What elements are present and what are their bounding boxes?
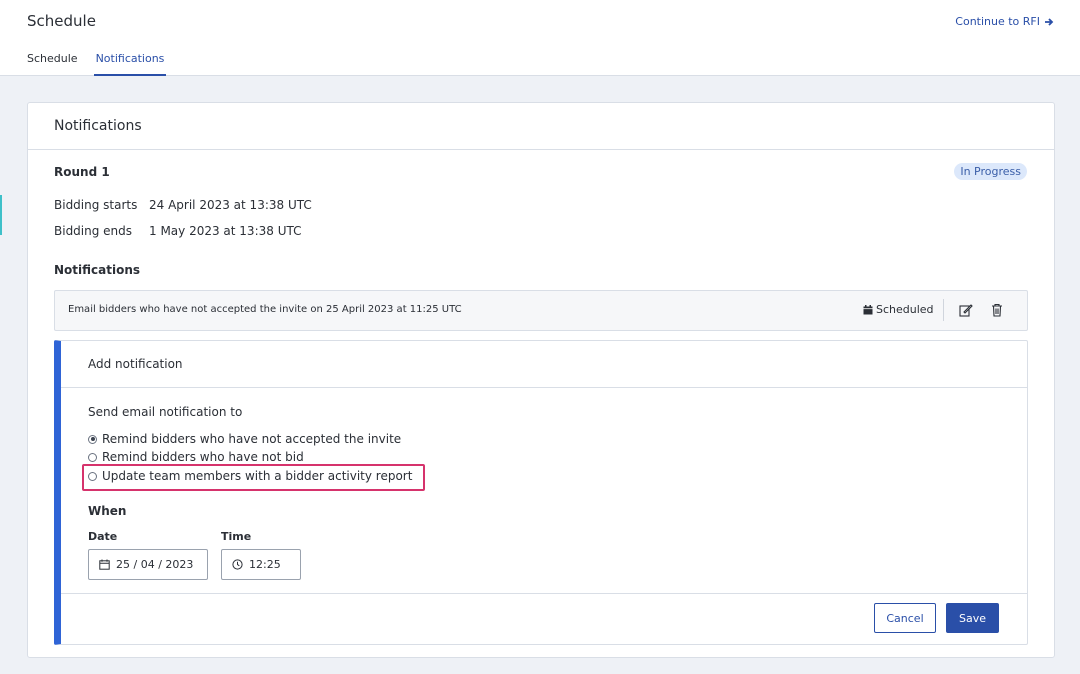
clock-icon <box>232 559 243 570</box>
date-input[interactable]: 25 / 04 / 2023 <box>88 549 208 580</box>
notifications-card: Notifications Round 1 In Progress Biddin… <box>27 102 1055 658</box>
tab-bar: Schedule Notifications <box>27 48 182 76</box>
date-label: Date <box>88 530 118 543</box>
time-label: Time <box>221 530 252 543</box>
option-remind-not-bid[interactable]: Remind bidders who have not bid <box>88 450 304 464</box>
notification-text: Email bidders who have not accepted the … <box>68 304 462 315</box>
bidding-starts-label: Bidding starts <box>54 198 138 212</box>
notification-status-label: Scheduled <box>876 303 934 316</box>
time-value: 12:25 <box>249 558 281 571</box>
page-header: Schedule Continue to RFI Schedule Notifi… <box>0 0 1080 76</box>
side-accent <box>0 195 2 235</box>
notification-item: Email bidders who have not accepted the … <box>54 290 1028 331</box>
bidding-ends-row: Bidding ends 1 May 2023 at 13:38 UTC <box>54 224 301 238</box>
add-notification-title: Add notification <box>61 341 1027 388</box>
notification-status: Scheduled <box>863 303 934 316</box>
notifications-heading: Notifications <box>54 263 141 277</box>
option-label: Remind bidders who have not bid <box>102 450 304 464</box>
radio-button[interactable] <box>88 452 97 462</box>
divider <box>943 299 944 321</box>
when-label: When <box>88 504 127 518</box>
time-input[interactable]: 12:25 <box>221 549 301 580</box>
add-notification-panel: Add notification Send email notification… <box>54 340 1028 645</box>
bidding-ends-label: Bidding ends <box>54 224 133 238</box>
continue-to-rfi-link[interactable]: Continue to RFI <box>955 15 1054 28</box>
arrow-right-icon <box>1045 17 1054 26</box>
bidding-ends-value: 1 May 2023 at 13:38 UTC <box>149 224 302 238</box>
cancel-button[interactable]: Cancel <box>874 603 936 633</box>
save-button[interactable]: Save <box>946 603 999 633</box>
bidding-starts-row: Bidding starts 24 April 2023 at 13:38 UT… <box>54 198 312 212</box>
tab-schedule[interactable]: Schedule <box>27 48 78 76</box>
option-remind-not-accepted[interactable]: Remind bidders who have not accepted the… <box>88 432 401 446</box>
round-title: Round 1 <box>54 165 110 179</box>
date-value: 25 / 04 / 2023 <box>116 558 194 571</box>
status-badge: In Progress <box>954 163 1027 180</box>
page-title: Schedule <box>27 12 96 30</box>
bidding-starts-value: 24 April 2023 at 13:38 UTC <box>149 198 312 212</box>
panel-footer-divider <box>61 593 1028 594</box>
radio-button-checked[interactable] <box>88 434 97 444</box>
card-title: Notifications <box>28 103 1054 150</box>
option-label: Remind bidders who have not accepted the… <box>102 432 402 446</box>
calendar-icon <box>99 559 110 570</box>
highlight-box <box>82 464 425 491</box>
trash-icon[interactable] <box>991 303 1003 317</box>
continue-label: Continue to RFI <box>955 15 1040 28</box>
calendar-icon <box>863 304 873 314</box>
send-email-label: Send email notification to <box>88 405 243 419</box>
tab-notifications[interactable]: Notifications <box>93 48 167 76</box>
edit-icon[interactable] <box>959 303 973 317</box>
